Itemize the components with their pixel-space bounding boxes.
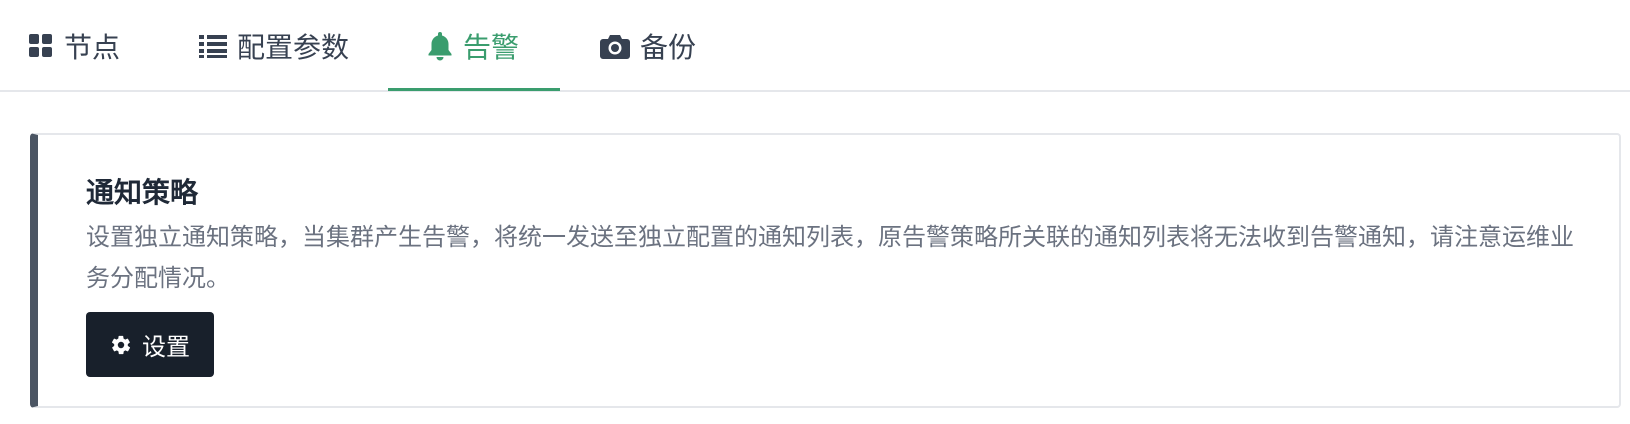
settings-button[interactable]: 设置 (86, 312, 214, 377)
card-title: 通知策略 (86, 176, 199, 209)
tab-label: 告警 (463, 31, 520, 64)
active-tab-indicator (388, 88, 560, 91)
settings-button-label: 设置 (142, 333, 190, 361)
tab-config-params[interactable]: 配置参数 (199, 0, 349, 92)
grid-icon (29, 34, 52, 57)
gear-icon (111, 335, 131, 354)
camera-icon (600, 35, 630, 59)
tab-backup[interactable]: 备份 (600, 0, 696, 92)
tab-nodes[interactable]: 节点 (28, 0, 120, 92)
tab-label: 节点 (64, 31, 121, 64)
bell-icon (428, 32, 452, 61)
card-description: 设置独立通知策略，当集群产生告警，将统一发送至独立配置的通知列表，原告警策略所关… (86, 223, 1574, 292)
notification-policy-card: 通知策略 设置独立通知策略，当集群产生告警，将统一发送至独立配置的通知列表，原告… (30, 133, 1621, 408)
tab-alerts[interactable]: 告警 (427, 0, 519, 92)
tab-label: 备份 (640, 31, 697, 64)
tab-bar: 节点 配置参数 告警 备份 (0, 0, 1630, 92)
list-icon (199, 35, 227, 58)
tab-label: 配置参数 (237, 31, 350, 64)
